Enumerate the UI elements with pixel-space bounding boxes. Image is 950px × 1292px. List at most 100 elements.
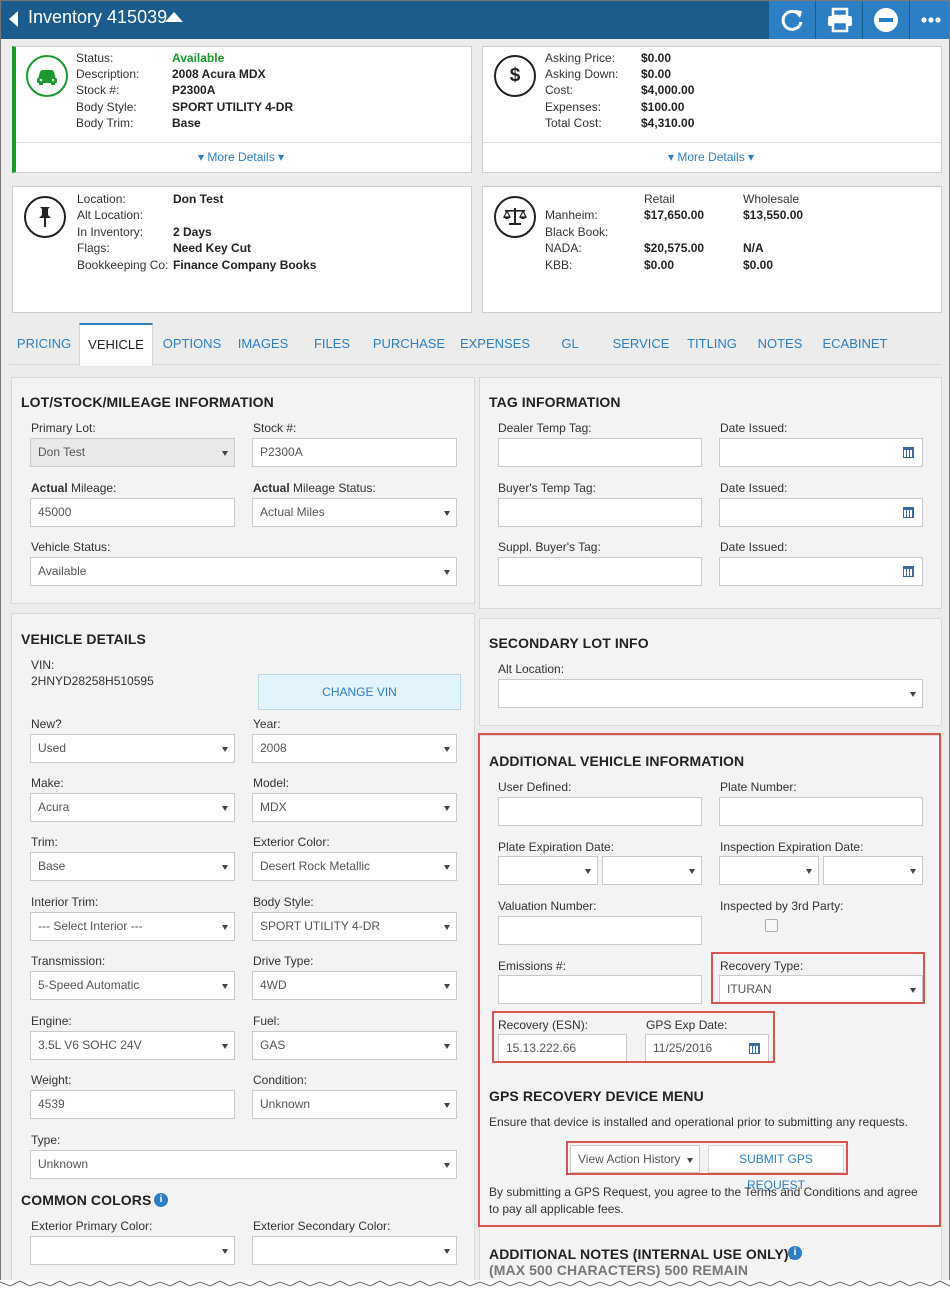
buyers-temp-tag-input[interactable]: [498, 498, 702, 527]
body-trim-label: Body Trim:: [76, 116, 134, 130]
date-issued-input[interactable]: [719, 557, 923, 586]
exterior-color-select[interactable]: Desert Rock Metallic: [252, 852, 457, 881]
tab-ecabinet[interactable]: ECABINET: [815, 323, 895, 365]
engine-label: Engine:: [31, 1014, 72, 1028]
vehicle-icon-circle: [26, 55, 68, 97]
make-select[interactable]: Acura: [30, 793, 235, 822]
back-icon[interactable]: [9, 11, 18, 27]
dealer-temp-tag-input[interactable]: [498, 438, 702, 467]
interior-trim-label: Interior Trim:: [31, 895, 99, 909]
asking-price-value: $0.00: [641, 51, 672, 65]
date-issued-input[interactable]: [719, 438, 923, 467]
more-details-link[interactable]: ▾ More Details ▾: [668, 150, 754, 164]
buyers-temp-tag-label: Buyer's Temp Tag:: [498, 481, 596, 495]
exterior-primary-color-label: Exterior Primary Color:: [31, 1219, 153, 1233]
change-vin-button[interactable]: CHANGE VIN: [258, 674, 461, 710]
body-trim-value: Base: [172, 116, 201, 130]
valuation-summary-card: Retail Wholesale Manheim: $17,650.00 $13…: [482, 186, 942, 313]
model-select[interactable]: MDX: [252, 793, 457, 822]
tab-gl[interactable]: GL: [545, 323, 595, 365]
refresh-button[interactable]: [768, 1, 815, 39]
caret-up-icon[interactable]: [165, 12, 183, 22]
pricing-icon-circle: $: [494, 55, 536, 97]
kbb-retail: $0.00: [644, 258, 675, 272]
primary-lot-select[interactable]: Don Test: [30, 438, 235, 467]
actual-mileage-input[interactable]: 45000: [30, 498, 235, 527]
fuel-select[interactable]: GAS: [252, 1031, 457, 1060]
minus-circle-icon: [874, 8, 898, 32]
notes-char-remaining: (MAX 500 CHARACTERS) 500 REMAIN: [489, 1262, 749, 1278]
highlight-gps-actions: [566, 1141, 848, 1175]
asking-down-label: Asking Down:: [545, 67, 619, 81]
common-colors-title: COMMON COLORS: [21, 1192, 152, 1208]
interior-trim-select[interactable]: --- Select Interior ---: [30, 912, 235, 941]
exterior-secondary-color-label: Exterior Secondary Color:: [253, 1219, 391, 1233]
new-select[interactable]: Used: [30, 734, 235, 763]
retail-header: Retail: [644, 192, 675, 206]
alt-location-label: Alt Location:: [77, 208, 144, 222]
calendar-icon[interactable]: [903, 507, 914, 518]
location-summary-card: Location: Don Test Alt Location: In Inve…: [12, 186, 472, 313]
date-issued-label: Date Issued:: [720, 540, 788, 554]
exterior-primary-color-select[interactable]: [30, 1236, 235, 1265]
exterior-secondary-color-select[interactable]: [252, 1236, 457, 1265]
trim-label: Trim:: [31, 835, 58, 849]
tab-service[interactable]: SERVICE: [607, 323, 675, 365]
tab-vehicle[interactable]: VEHICLE: [79, 323, 153, 366]
tab-expenses[interactable]: EXPENSES: [455, 323, 535, 365]
fuel-value: GAS: [260, 1038, 286, 1052]
page-title: Inventory 415039: [28, 7, 168, 27]
more-button[interactable]: [909, 1, 949, 39]
type-select[interactable]: Unknown: [30, 1150, 457, 1179]
tab-bar: PRICING VEHICLE OPTIONS IMAGES FILES PUR…: [9, 323, 941, 366]
lot-section-title: LOT/STOCK/MILEAGE INFORMATION: [21, 394, 274, 410]
asking-price-label: Asking Price:: [545, 51, 616, 65]
stock-input[interactable]: P2300A: [252, 438, 457, 467]
status-label: Status:: [76, 51, 114, 65]
drive-type-select[interactable]: 4WD: [252, 971, 457, 1000]
calendar-icon[interactable]: [903, 447, 914, 458]
tab-purchase[interactable]: PURCHASE: [369, 323, 449, 365]
engine-select[interactable]: 3.5L V6 SOHC 24V: [30, 1031, 235, 1060]
tab-files[interactable]: FILES: [299, 323, 365, 365]
suppl-buyers-tag-input[interactable]: [498, 557, 702, 586]
tab-pricing[interactable]: PRICING: [9, 323, 79, 365]
actual-mileage-label-rest: Mileage:: [67, 481, 117, 495]
additional-notes-title: ADDITIONAL NOTES (INTERNAL USE ONLY):: [489, 1246, 794, 1262]
make-label: Make:: [31, 776, 64, 790]
trim-select[interactable]: Base: [30, 852, 235, 881]
info-icon[interactable]: i: [788, 1246, 802, 1260]
primary-lot-value: Don Test: [38, 445, 86, 459]
exterior-color-value: Desert Rock Metallic: [260, 859, 371, 873]
weight-input[interactable]: 4539: [30, 1090, 235, 1119]
secondary-lot-title: SECONDARY LOT INFO: [489, 635, 649, 651]
nada-retail: $20,575.00: [644, 241, 705, 255]
body-style-select[interactable]: SPORT UTILITY 4-DR: [252, 912, 457, 941]
mileage-status-select[interactable]: Actual Miles: [252, 498, 457, 527]
condition-select[interactable]: Unknown: [252, 1090, 457, 1119]
in-inventory-value: 2 Days: [173, 225, 212, 239]
actual-mileage-status-label: Actual Mileage Status:: [253, 481, 376, 495]
engine-value: 3.5L V6 SOHC 24V: [38, 1038, 142, 1052]
info-icon[interactable]: i: [154, 1193, 168, 1207]
alt-location-select[interactable]: [498, 679, 923, 708]
new-value: Used: [38, 741, 67, 755]
print-button[interactable]: [815, 1, 862, 39]
tab-images[interactable]: IMAGES: [229, 323, 297, 365]
year-select[interactable]: 2008: [252, 734, 457, 763]
more-details-link[interactable]: ▾ More Details ▾: [198, 150, 284, 164]
total-cost-value: $4,310.00: [641, 116, 695, 130]
date-issued-input[interactable]: [719, 498, 923, 527]
stock-value: P2300A: [172, 83, 216, 97]
weight-label: Weight:: [31, 1073, 72, 1087]
transmission-select[interactable]: 5-Speed Automatic: [30, 971, 235, 1000]
vehicle-status-select[interactable]: Available: [30, 557, 457, 586]
tab-titling[interactable]: TITLING: [679, 323, 745, 365]
calendar-icon[interactable]: [903, 566, 914, 577]
vin-value: 2HNYD28258H510595: [31, 674, 154, 688]
remove-button[interactable]: [862, 1, 909, 39]
mileage-status-value: Actual Miles: [260, 505, 325, 519]
tab-options[interactable]: OPTIONS: [155, 323, 229, 365]
flags-value: Need Key Cut: [173, 241, 252, 255]
tab-notes[interactable]: NOTES: [749, 323, 811, 365]
